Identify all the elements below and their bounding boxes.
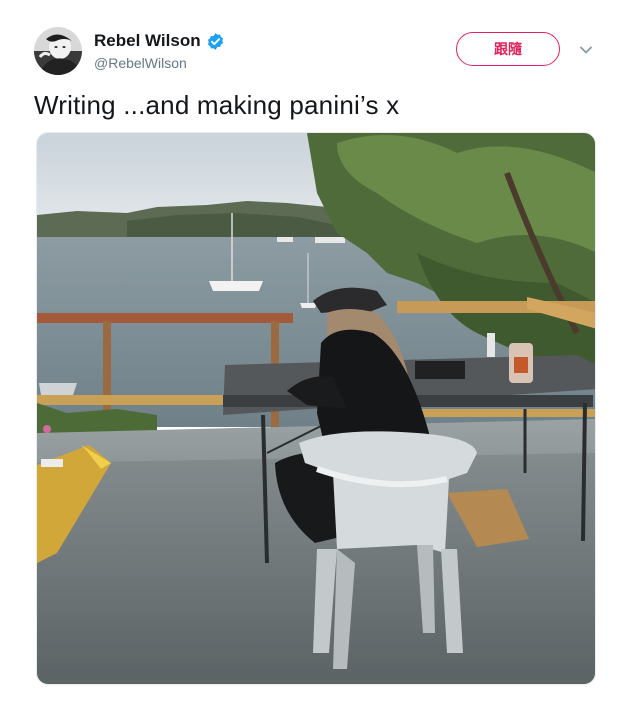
author-name-row[interactable]: Rebel Wilson (94, 30, 225, 52)
author-handle[interactable]: @RebelWilson (94, 55, 187, 71)
tweet-photo[interactable] (36, 132, 596, 685)
author-display-name[interactable]: Rebel Wilson (94, 31, 201, 51)
profile-avatar-icon (34, 27, 82, 75)
chevron-down-icon[interactable] (578, 42, 594, 58)
tweet-text: Writing ...and making panini’s x (34, 90, 400, 120)
verified-badge-icon (206, 32, 225, 51)
tweet-card: Rebel Wilson @RebelWilson 跟隨 Writing ...… (0, 0, 626, 701)
avatar[interactable] (34, 27, 82, 75)
follow-button[interactable]: 跟隨 (456, 32, 560, 66)
photo-image (37, 133, 595, 684)
